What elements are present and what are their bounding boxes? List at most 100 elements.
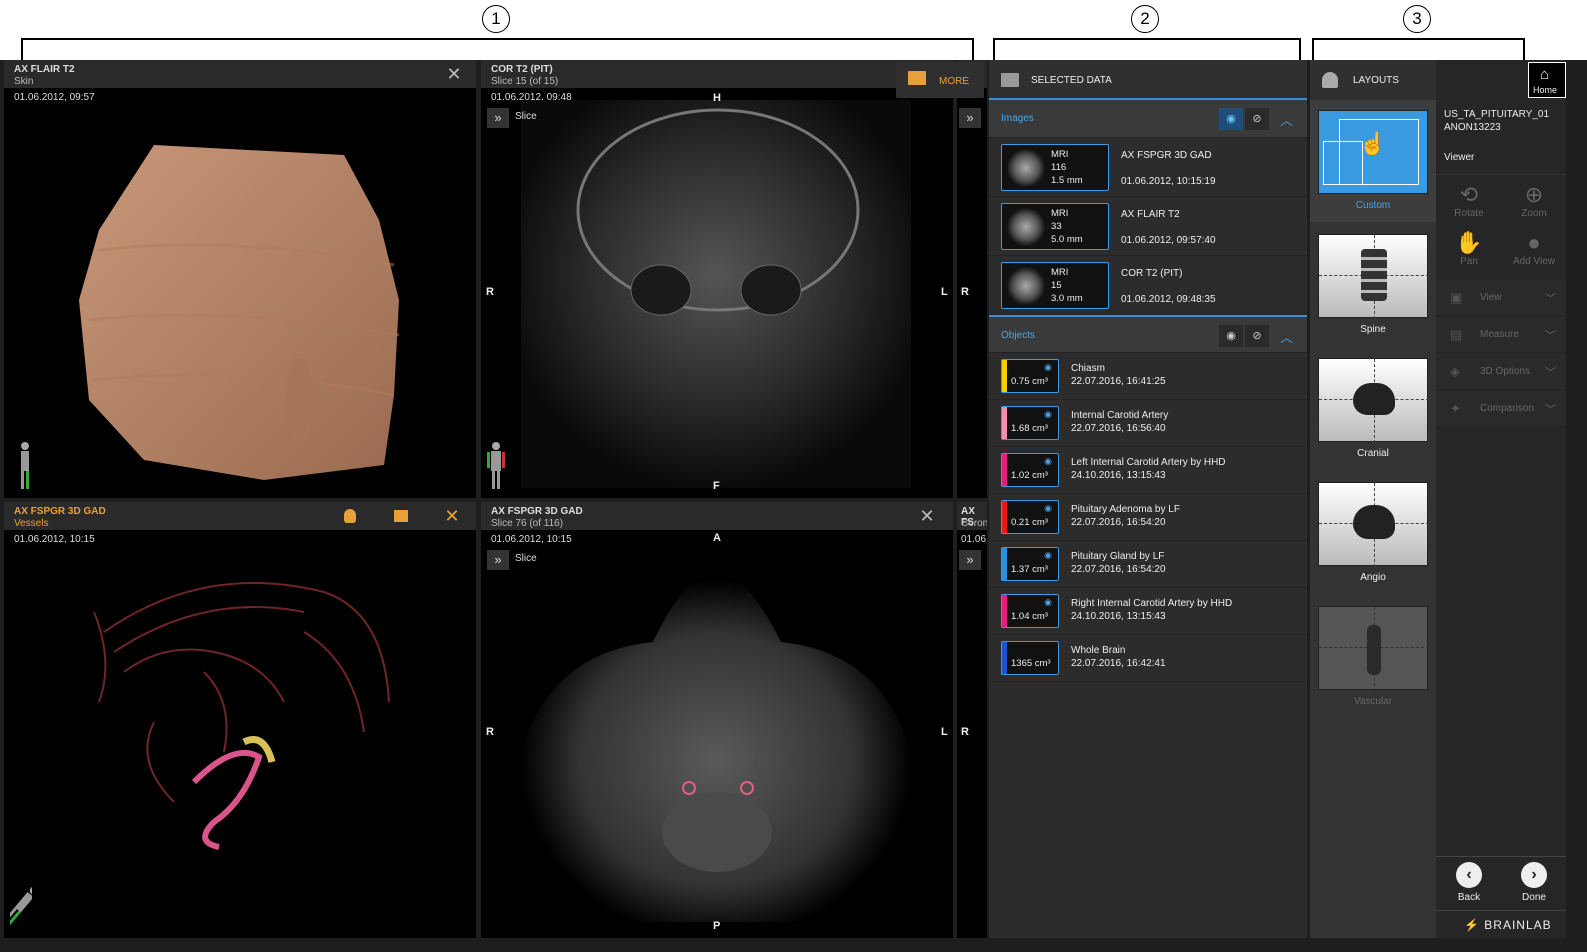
image-row[interactable]: MRI 116 1.5 mm AX FSPGR 3D GAD 01.06.2012,…: [989, 138, 1307, 197]
home-button[interactable]: ⌂ Home: [1528, 62, 1566, 98]
layout-item-cranial[interactable]: Cranial: [1310, 348, 1436, 470]
object-card[interactable]: ◉ 1.37 cm³: [1001, 547, 1059, 581]
images-section-title: Images: [1001, 113, 1034, 124]
add-view-head-icon: ●: [1527, 230, 1541, 255]
cranial-layout-thumbnail: [1318, 358, 1429, 443]
slice-expand-button[interactable]: »: [959, 550, 981, 570]
menu-view[interactable]: ▣ View ﹀: [1436, 280, 1566, 316]
collapse-chevron-icon[interactable]: ︿: [1280, 110, 1293, 129]
object-color-bar: [1002, 360, 1007, 392]
object-row[interactable]: ◉ 1.68 cm³ Internal Carotid Artery 22.07.20…: [989, 400, 1307, 447]
visibility-eye-icon[interactable]: ◉: [1044, 597, 1052, 608]
comparison-icon: ✦: [1450, 401, 1461, 416]
orientation-right: L: [941, 286, 948, 298]
rotate-tool[interactable]: ⟲ Rotate: [1439, 182, 1499, 219]
done-button[interactable]: › Done: [1504, 862, 1564, 903]
object-color-bar: [1002, 407, 1007, 439]
object-card[interactable]: ◉ 0.21 cm³: [1001, 500, 1059, 534]
object-row[interactable]: ◉ 1.04 cm³ Right Internal Carotid Artery b…: [989, 588, 1307, 635]
visibility-eye-icon[interactable]: ◉: [1044, 550, 1052, 561]
image-card[interactable]: MRI 15 3.0 mm: [1001, 262, 1109, 309]
back-button[interactable]: ‹ Back: [1439, 862, 1499, 903]
object-card[interactable]: ◉ 1.68 cm³: [1001, 406, 1059, 440]
show-eye-icon[interactable]: ◉: [1219, 108, 1243, 130]
visibility-eye-icon[interactable]: ◉: [1044, 456, 1052, 467]
objects-list: ◉ 0.75 cm³ Chiasm 22.07.2016, 16:41:25 ◉ 1.68…: [989, 353, 1307, 682]
menu-3d-options[interactable]: ◈ 3D Options ﹀: [1436, 354, 1566, 390]
layout-label: Cranial: [1357, 448, 1389, 459]
layout-item-angio[interactable]: Angio: [1310, 472, 1436, 594]
viewport-bottom-left[interactable]: AX FSPGR 3D GAD Vessels ✕ 01.06.2012, 10…: [4, 502, 476, 938]
layout-item-spine[interactable]: Spine: [1310, 224, 1436, 346]
image-card[interactable]: MRI 116 1.5 mm: [1001, 144, 1109, 191]
selected-data-panel: SELECTED DATA Images ◉ ⊘ ︿ MRI 116 1.5 mm …: [989, 60, 1307, 938]
viewport-bottom-mid[interactable]: AX FSPGR 3D GAD Slice 76 (of 116) ✕ 01.0…: [481, 502, 953, 938]
patient-orientation-icon: [487, 442, 505, 489]
object-row[interactable]: 1365 cm³ Whole Brain 22.07.2016, 16:42:41: [989, 635, 1307, 682]
orientation-left: R: [486, 286, 494, 298]
object-volume: 1.04 cm³: [1011, 611, 1048, 622]
layouts-icon: [1322, 72, 1338, 88]
menu-comparison[interactable]: ✦ Comparison ﹀: [1436, 391, 1566, 427]
objects-section-header[interactable]: Objects ◉ ⊘ ︿: [989, 315, 1307, 353]
more-button[interactable]: MORE: [896, 62, 984, 98]
object-name: Left Internal Carotid Artery by HHD: [1071, 457, 1226, 468]
image-row[interactable]: MRI 33 5.0 mm AX FLAIR T2 01.06.2012, 09:5…: [989, 197, 1307, 256]
object-name: Chiasm: [1071, 363, 1105, 374]
mri-axial-image: [519, 562, 913, 922]
hide-eye-icon[interactable]: ⊘: [1245, 325, 1269, 347]
viewport-header: AX FS Coron: [957, 502, 987, 530]
viewport-top-left[interactable]: AX FLAIR T2 Skin ✕ 01.06.2012, 09:57: [4, 60, 476, 498]
layout-item-custom[interactable]: ☝ Custom: [1310, 100, 1436, 222]
layouts-header: LAYOUTS »: [1310, 60, 1505, 100]
object-row[interactable]: ◉ 1.02 cm³ Left Internal Carotid Artery by…: [989, 447, 1307, 494]
rotate-icon: ⟲: [1459, 182, 1479, 207]
object-volume: 1.68 cm³: [1011, 423, 1048, 434]
selected-data-title: SELECTED DATA: [1031, 75, 1112, 86]
measure-icon: ▤: [1450, 327, 1463, 342]
menu-measure[interactable]: ▤ Measure ﹀: [1436, 317, 1566, 353]
orientation-bottom: F: [713, 480, 720, 492]
visibility-eye-icon[interactable]: ◉: [1044, 409, 1052, 420]
layout-label: Custom: [1355, 200, 1391, 211]
slice-expand-button[interactable]: »: [487, 108, 509, 128]
vascular-layout-thumbnail: [1318, 606, 1429, 691]
slice-expand-button[interactable]: »: [959, 108, 981, 128]
patient-id: US_TA_PITUITARY_01: [1444, 109, 1550, 120]
images-section-header[interactable]: Images ◉ ⊘ ︿: [989, 100, 1307, 138]
add-view-tool[interactable]: ● Add View: [1504, 230, 1564, 267]
object-card[interactable]: 1365 cm³: [1001, 641, 1059, 675]
object-row[interactable]: ◉ 0.75 cm³ Chiasm 22.07.2016, 16:41:25: [989, 353, 1307, 400]
hide-eye-icon[interactable]: ⊘: [1245, 108, 1269, 130]
object-name: Pituitary Adenoma by LF: [1071, 504, 1180, 515]
orientation-right: L: [941, 726, 948, 738]
viewport-top-mid[interactable]: COR T2 (PIT) Slice 15 (of 15) 01.06.2012…: [481, 60, 953, 498]
object-date: 24.10.2016, 13:15:43: [1071, 611, 1166, 622]
show-eye-icon[interactable]: ◉: [1219, 325, 1243, 347]
visibility-eye-icon[interactable]: ◉: [1044, 362, 1052, 373]
object-date: 22.07.2016, 16:41:25: [1071, 376, 1166, 387]
spine-layout-thumbnail: [1318, 234, 1429, 319]
layout-item-vascular[interactable]: Vascular: [1310, 596, 1436, 718]
viewport-top-right[interactable]: » R: [957, 60, 987, 498]
object-card[interactable]: ◉ 1.02 cm³: [1001, 453, 1059, 487]
zoom-tool[interactable]: ⊕ Zoom: [1504, 182, 1564, 219]
viewport-bottom-right[interactable]: AX FS Coron 01.06. » R: [957, 502, 987, 938]
object-card[interactable]: ◉ 1.04 cm³: [1001, 594, 1059, 628]
image-meta: MRI 15 3.0 mm: [1051, 267, 1083, 304]
object-date: 22.07.2016, 16:54:20: [1071, 564, 1166, 575]
slice-expand-button[interactable]: »: [487, 550, 509, 570]
pan-tool[interactable]: ✋ Pan: [1439, 230, 1499, 267]
image-card[interactable]: MRI 33 5.0 mm: [1001, 203, 1109, 250]
collapse-chevron-icon[interactable]: ︿: [1280, 327, 1293, 346]
layout-label: Angio: [1360, 572, 1386, 583]
object-card[interactable]: ◉ 0.75 cm³: [1001, 359, 1059, 393]
object-row[interactable]: ◉ 1.37 cm³ Pituitary Gland by LF 22.07.2016…: [989, 541, 1307, 588]
image-name: COR T2 (PIT): [1121, 268, 1183, 279]
layouts-title: LAYOUTS: [1353, 75, 1399, 86]
image-row[interactable]: MRI 15 3.0 mm COR T2 (PIT) 01.06.2012, 09:…: [989, 256, 1307, 315]
visibility-eye-icon[interactable]: ◉: [1044, 503, 1052, 514]
viewport-subtitle: Coron: [961, 518, 987, 529]
object-row[interactable]: ◉ 0.21 cm³ Pituitary Adenoma by LF 22.07.20…: [989, 494, 1307, 541]
object-volume: 1365 cm³: [1011, 658, 1051, 669]
